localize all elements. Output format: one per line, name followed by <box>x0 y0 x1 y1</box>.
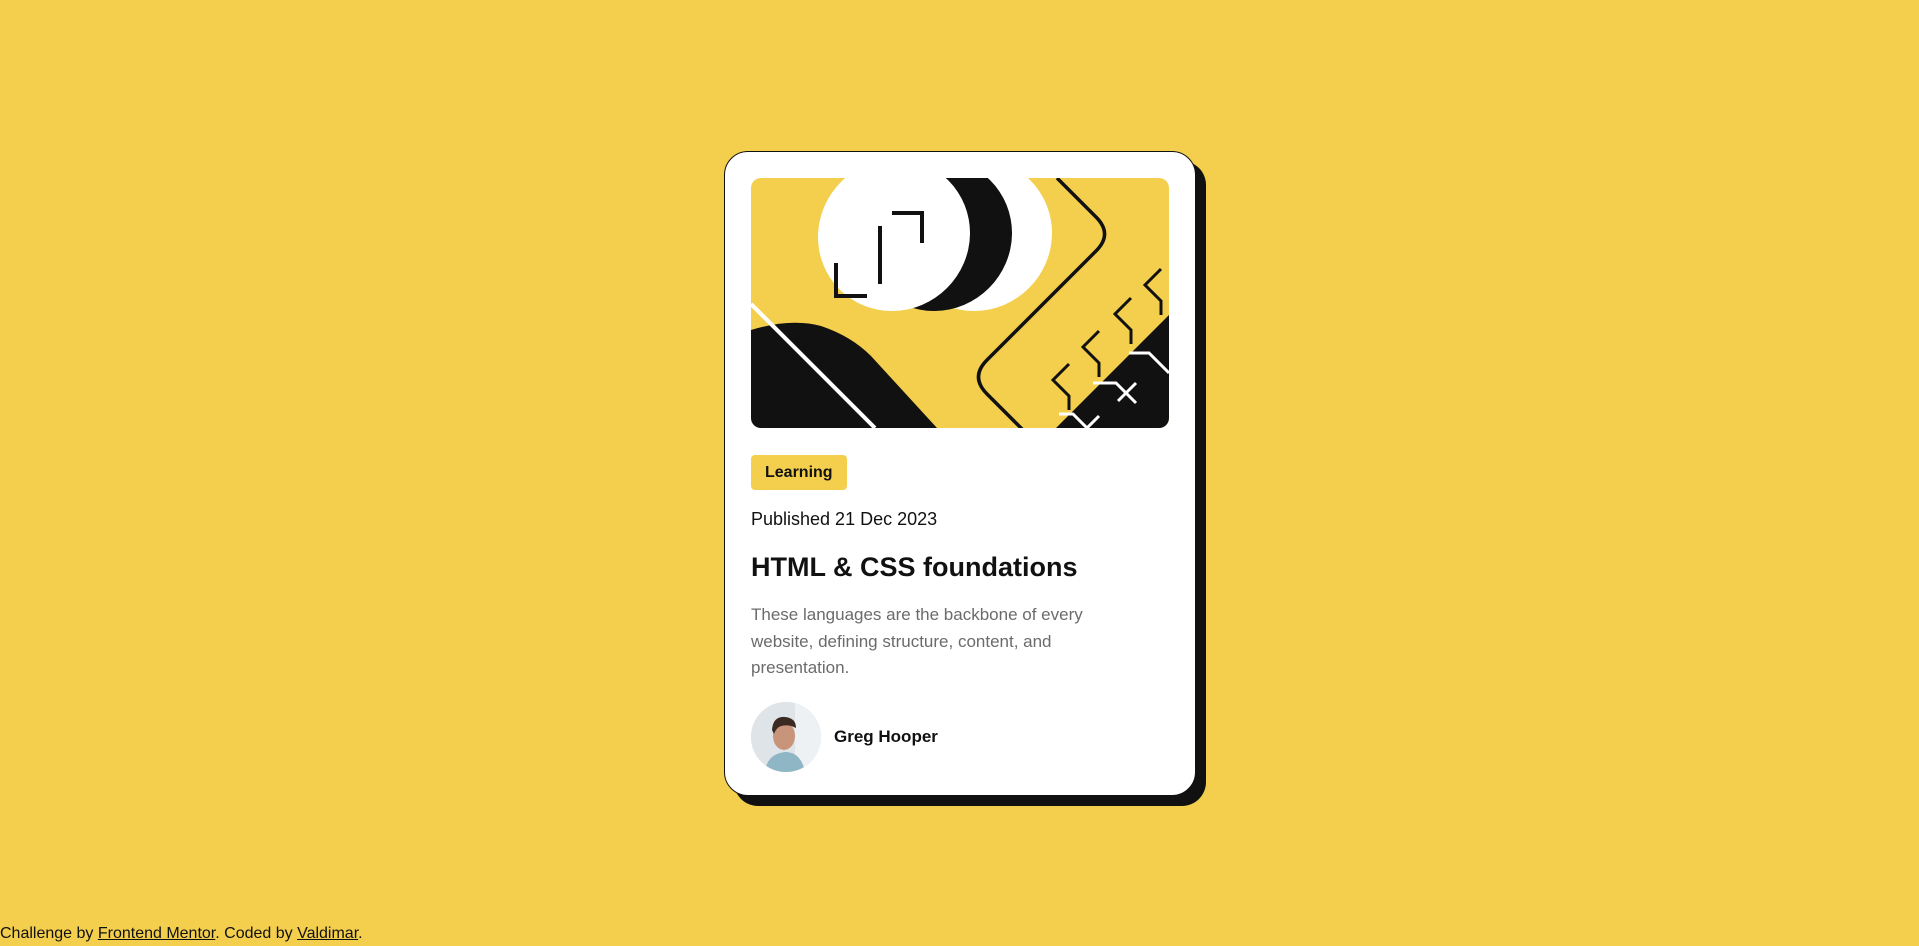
author-link[interactable]: Valdimar <box>297 925 358 942</box>
category-tag: Learning <box>751 455 847 490</box>
published-date: Published 21 Dec 2023 <box>751 509 938 529</box>
attribution: Challenge by Frontend Mentor. Coded by V… <box>0 924 363 944</box>
illustration-graphic <box>751 178 1169 428</box>
frontend-mentor-link[interactable]: Frontend Mentor <box>98 925 215 942</box>
blog-preview-card: Learning Published 21 Dec 2023 HTML & CS… <box>724 151 1196 796</box>
attribution-middle: . Coded by <box>215 925 298 942</box>
article-title-link[interactable]: HTML & CSS foundations <box>751 552 1077 582</box>
attribution-prefix: Challenge by <box>0 925 98 942</box>
author-info: Greg Hooper <box>751 702 938 772</box>
article-title: HTML & CSS foundations <box>751 550 1169 584</box>
attribution-suffix: . <box>358 925 363 942</box>
avatar-portrait <box>751 702 821 772</box>
article-description: These languages are the backbone of ever… <box>751 605 1083 677</box>
author-avatar <box>751 702 821 772</box>
article-illustration <box>751 178 1169 428</box>
author-name: Greg Hooper <box>834 727 938 746</box>
